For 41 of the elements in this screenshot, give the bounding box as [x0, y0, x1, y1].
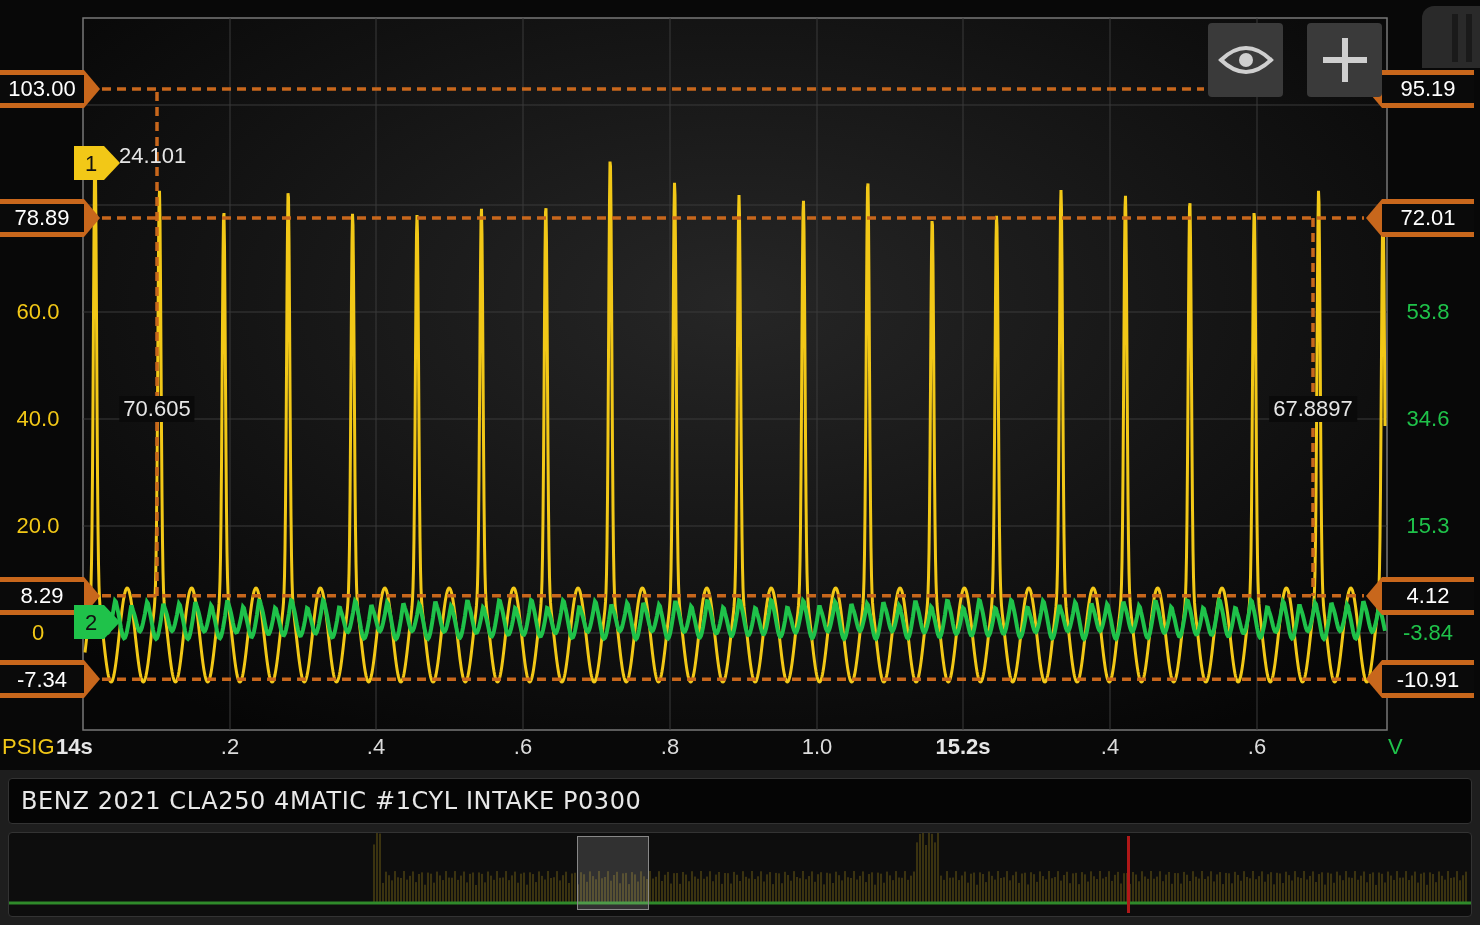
axis-tick-label: .2 — [219, 736, 241, 758]
eye-button[interactable] — [1208, 23, 1283, 97]
axis-tick-label: -3.84 — [1401, 622, 1455, 644]
plus-icon — [1322, 38, 1367, 82]
pointer-icon — [1366, 576, 1382, 615]
pointer-icon — [1366, 660, 1382, 699]
axis-tick-label: .6 — [1246, 736, 1268, 758]
axis-tick-label: 53.8 — [1405, 301, 1451, 323]
drawer-handle[interactable] — [1422, 6, 1480, 68]
pointer-icon — [84, 198, 100, 237]
axis-tick-label: 34.6 — [1405, 408, 1451, 430]
plus-button[interactable] — [1307, 23, 1382, 97]
eye-icon — [1217, 44, 1274, 76]
axis-tick-label: .8 — [659, 736, 681, 758]
axis-tick-label: 0 — [30, 622, 46, 644]
axis-tick-label: 15.2s — [934, 736, 992, 758]
cursor-line[interactable] — [102, 216, 1364, 220]
axis-tick-label: 1.0 — [800, 736, 834, 758]
pointer-icon — [84, 660, 100, 699]
axis-tick-label: 60.0 — [15, 301, 61, 323]
axis-unit: V — [1388, 736, 1403, 758]
cursor-value: 67.8897 — [1269, 396, 1357, 422]
axis-tick-label: 15.3 — [1405, 515, 1451, 537]
position-marker[interactable] — [1127, 836, 1130, 913]
pointer-icon — [1366, 198, 1382, 237]
cursor-line[interactable] — [102, 677, 1364, 681]
channel-marker[interactable]: 1 — [74, 146, 120, 180]
trace-title: BENZ 2021 CLA250 4MATIC #1CYL INTAKE P0300 — [8, 778, 1472, 824]
marker-value: 24.101 — [119, 145, 187, 167]
cursor-line[interactable] — [102, 593, 1364, 598]
view-window[interactable] — [577, 836, 649, 910]
channel-marker[interactable]: 2 — [74, 605, 120, 639]
axis-unit: PSIG — [2, 736, 55, 758]
axis-tick-label: 40.0 — [15, 408, 61, 430]
pointer-icon — [84, 69, 100, 108]
cursor-value: 70.605 — [119, 396, 195, 422]
axis-tick-label: .4 — [1099, 736, 1121, 758]
axis-tick-label: 14s — [56, 736, 94, 758]
axis-tick-label: .6 — [512, 736, 534, 758]
axis-tick-label: 20.0 — [15, 515, 61, 537]
axis-tick-label: .4 — [365, 736, 387, 758]
